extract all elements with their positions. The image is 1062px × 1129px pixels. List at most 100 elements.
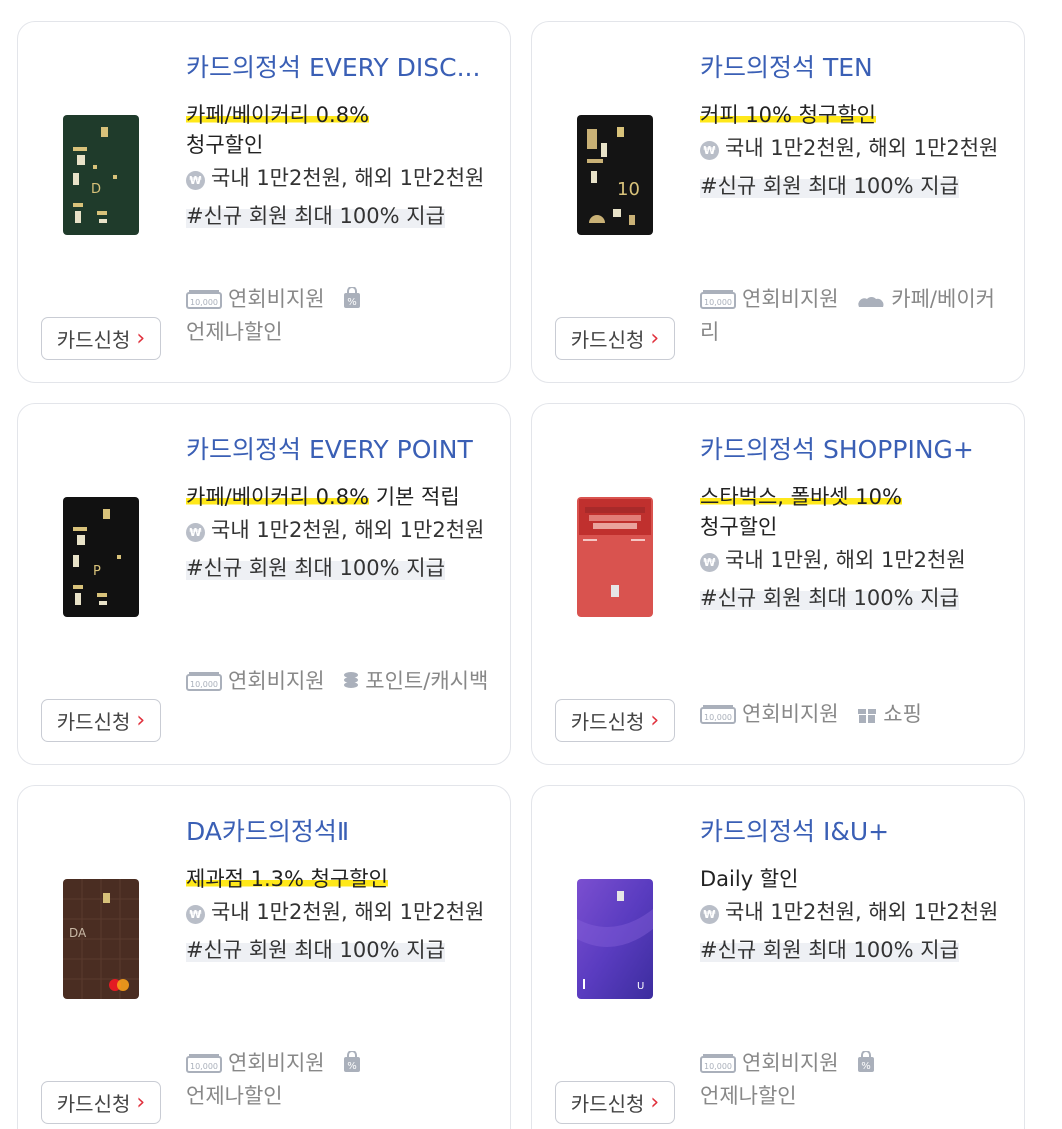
won-icon: ₩ — [700, 553, 719, 572]
benefit-text: Daily 할인 — [700, 864, 1010, 894]
chevron-right-icon: › — [136, 1089, 146, 1115]
card-image[interactable]: 10 — [577, 115, 653, 235]
apply-label: 카드신청 — [56, 328, 131, 352]
apply-card-button[interactable]: 카드신청 › — [555, 1081, 675, 1124]
apply-label: 카드신청 — [570, 328, 645, 352]
card-tile[interactable]: 카드의정석 SHOPPING+ 스타벅스, 폴바셋 10% 청구할인 ₩ 국내 1만… — [531, 403, 1025, 765]
card-image[interactable]: DA — [63, 879, 139, 999]
promo-tag: #신규 회원 최대 100% 지급 — [186, 204, 445, 228]
card-title[interactable]: DA카드의정석Ⅱ — [186, 816, 496, 848]
svg-text:10,000: 10,000 — [704, 1062, 732, 1071]
annual-fee-text: 국내 1만2천원, 해외 1만2천원 — [725, 900, 999, 924]
card-image[interactable]: P — [63, 497, 139, 617]
feature-category: 쇼핑 — [883, 702, 922, 726]
cafe-icon — [858, 296, 884, 307]
chevron-right-icon: › — [650, 707, 660, 733]
card-image[interactable]: U — [577, 879, 653, 999]
card-image[interactable]: D — [63, 115, 139, 235]
benefit-highlight: 카페/베이커리 0.8% — [186, 103, 370, 127]
apply-label: 카드신청 — [56, 1092, 131, 1116]
benefit-highlight: 커피 10% 청구할인 — [700, 103, 876, 127]
annual-fee: ₩ 국내 1만2천원, 해외 1만2천원 — [186, 163, 496, 193]
card-tile[interactable]: D 카드의정석 EVERY DISC... 카페/베이커리 0.8% 청구할인 ₩… — [17, 21, 511, 383]
won-icon: ₩ — [186, 905, 205, 924]
apply-label: 카드신청 — [570, 1092, 645, 1116]
cash-icon: 10,000 — [700, 705, 736, 724]
coins-icon — [344, 672, 359, 688]
feature-list: 10,000 연회비지원 % 언제나할인 — [186, 1047, 496, 1113]
apply-label: 카드신청 — [56, 710, 131, 734]
apply-card-button[interactable]: 카드신청 › — [41, 1081, 161, 1124]
card-tile[interactable]: P 카드의정석 EVERY POINT 카페/베이커리 0.8% 기본 적립 ₩… — [17, 403, 511, 765]
cash-icon: 10,000 — [186, 290, 222, 309]
cash-icon: 10,000 — [186, 672, 222, 691]
svg-text:U: U — [637, 981, 644, 992]
benefit-highlight: 제과점 1.3% 청구할인 — [186, 867, 388, 891]
feature-category: 언제나할인 — [186, 320, 283, 344]
feature-annual-fee-support: 연회비지원 — [742, 1051, 839, 1075]
benefit-text: 커피 10% 청구할인 — [700, 100, 1010, 130]
benefit-rest: Daily 할인 — [700, 867, 799, 891]
svg-text:%: % — [348, 297, 358, 308]
benefit-highlight: 카페/베이커리 0.8% — [186, 485, 370, 509]
cash-icon: 10,000 — [700, 1054, 736, 1073]
svg-text:10,000: 10,000 — [190, 298, 218, 307]
cash-icon: 10,000 — [700, 290, 736, 309]
card-title[interactable]: 카드의정석 EVERY DISC... — [186, 52, 496, 84]
svg-text:10,000: 10,000 — [190, 1062, 218, 1071]
promo-tag: #신규 회원 최대 100% 지급 — [700, 586, 959, 610]
benefit-highlight: 스타벅스, 폴바셋 10% — [700, 485, 902, 509]
cash-icon: 10,000 — [186, 1054, 222, 1073]
svg-text:10,000: 10,000 — [704, 713, 732, 722]
annual-fee-text: 국내 1만원, 해외 1만2천원 — [725, 548, 966, 572]
svg-text:%: % — [862, 1061, 872, 1072]
benefit-rest: 청구할인 — [700, 515, 778, 539]
svg-text:10: 10 — [617, 179, 640, 200]
apply-card-button[interactable]: 카드신청 › — [41, 317, 161, 360]
apply-card-button[interactable]: 카드신청 › — [555, 317, 675, 360]
feature-list: 10,000 연회비지원 쇼핑 — [700, 698, 1010, 731]
card-title[interactable]: 카드의정석 EVERY POINT — [186, 434, 496, 466]
won-icon: ₩ — [700, 141, 719, 160]
card-tile[interactable]: 10 카드의정석 TEN 커피 10% 청구할인 ₩ 국내 1만2천원, 해외 1… — [531, 21, 1025, 383]
card-tile[interactable]: U 카드의정석 I&U+ Daily 할인 ₩ 국내 1만2천원, 해외 1만2천… — [531, 785, 1025, 1129]
feature-annual-fee-support: 연회비지원 — [228, 287, 325, 311]
won-icon: ₩ — [186, 171, 205, 190]
svg-text:DA: DA — [69, 926, 87, 940]
feature-category: 포인트/캐시백 — [365, 669, 489, 693]
card-title[interactable]: 카드의정석 TEN — [700, 52, 1010, 84]
svg-text:P: P — [93, 564, 101, 579]
feature-annual-fee-support: 연회비지원 — [742, 287, 839, 311]
card-image[interactable] — [577, 497, 653, 617]
benefit-text: 카페/베이커리 0.8% 청구할인 — [186, 100, 496, 160]
benefit-text: 스타벅스, 폴바셋 10% 청구할인 — [700, 482, 1010, 542]
chevron-right-icon: › — [650, 1089, 660, 1115]
feature-list: 10,000 연회비지원 % 언제나할인 — [186, 283, 496, 349]
card-title[interactable]: 카드의정석 SHOPPING+ — [700, 434, 1010, 466]
annual-fee-text: 국내 1만2천원, 해외 1만2천원 — [211, 900, 485, 924]
promo-tag: #신규 회원 최대 100% 지급 — [186, 938, 445, 962]
apply-card-button[interactable]: 카드신청 › — [41, 699, 161, 742]
percent-bag-icon: % — [344, 1051, 361, 1072]
won-icon: ₩ — [186, 523, 205, 542]
annual-fee-text: 국내 1만2천원, 해외 1만2천원 — [211, 518, 485, 542]
feature-annual-fee-support: 연회비지원 — [228, 1051, 325, 1075]
svg-text:%: % — [348, 1061, 358, 1072]
card-title[interactable]: 카드의정석 I&U+ — [700, 816, 1010, 848]
annual-fee-text: 국내 1만2천원, 해외 1만2천원 — [211, 166, 485, 190]
svg-text:10,000: 10,000 — [704, 298, 732, 307]
feature-list: 10,000 연회비지원 % 언제나할인 — [700, 1047, 1010, 1113]
card-tile[interactable]: DA DA카드의정석Ⅱ 제과점 1.3% 청구할인 ₩ 국내 1만2천원, 해외 … — [17, 785, 511, 1129]
chevron-right-icon: › — [136, 707, 146, 733]
percent-bag-icon: % — [344, 287, 361, 308]
percent-bag-icon: % — [858, 1051, 875, 1072]
benefit-rest: 기본 적립 — [375, 485, 460, 509]
annual-fee: ₩ 국내 1만2천원, 해외 1만2천원 — [700, 133, 1010, 163]
chevron-right-icon: › — [136, 325, 146, 351]
chevron-right-icon: › — [650, 325, 660, 351]
feature-category: 언제나할인 — [700, 1084, 797, 1108]
benefit-text: 제과점 1.3% 청구할인 — [186, 864, 496, 894]
annual-fee: ₩ 국내 1만2천원, 해외 1만2천원 — [186, 897, 496, 927]
apply-card-button[interactable]: 카드신청 › — [555, 699, 675, 742]
gift-icon — [858, 709, 877, 723]
